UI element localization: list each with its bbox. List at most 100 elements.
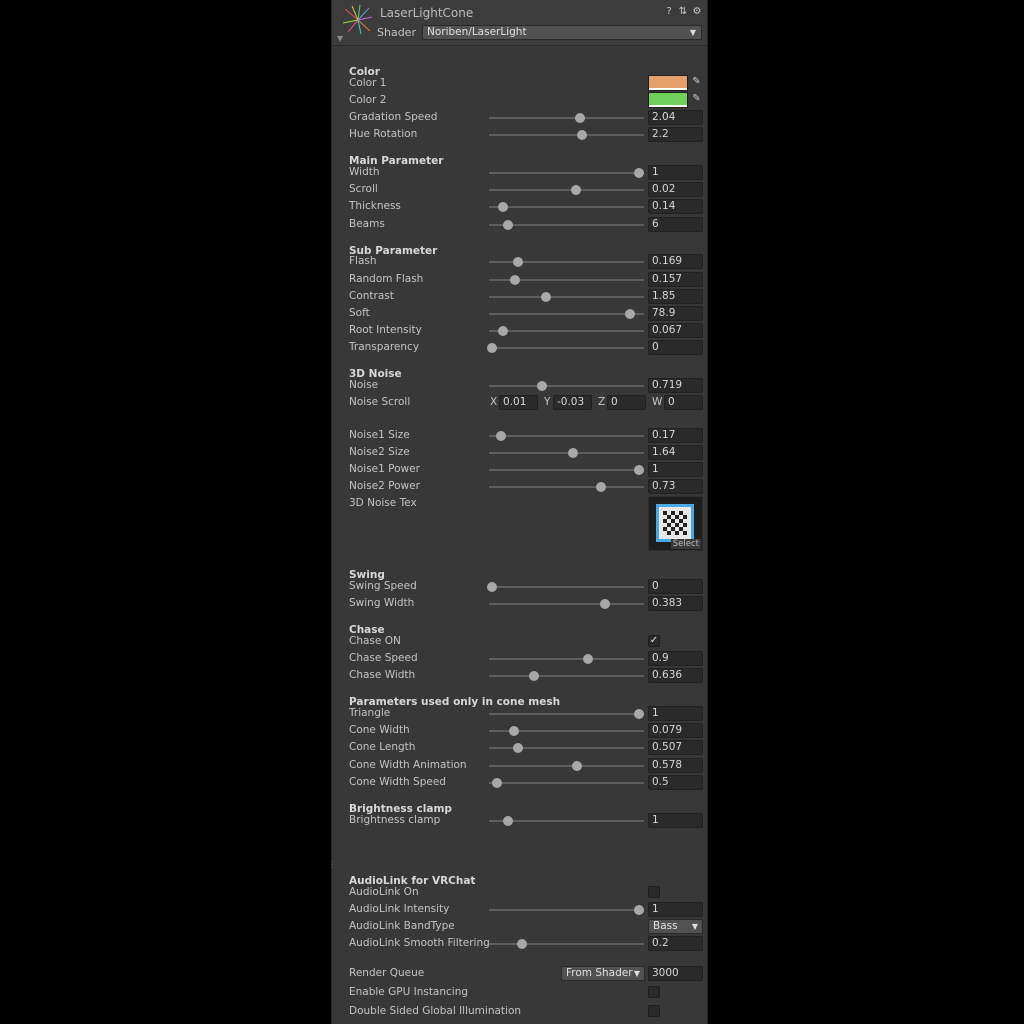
random-flash-value-field[interactable]: 0.157 <box>648 272 703 287</box>
transparency-value-field[interactable]: 0 <box>648 340 703 355</box>
chase-on-checkbox[interactable]: ✓ <box>648 635 660 647</box>
beams-slider-thumb[interactable] <box>502 220 513 230</box>
thickness-value-field[interactable]: 0.14 <box>648 199 703 214</box>
noise2-power-slider-track[interactable] <box>489 482 644 492</box>
scroll-slider-track[interactable] <box>489 185 644 195</box>
triangle-slider-thumb[interactable] <box>634 709 645 719</box>
cone-length-slider-thumb[interactable] <box>513 743 524 753</box>
help-icon[interactable]: ? <box>663 6 675 18</box>
noise-scroll-z-field[interactable]: 0 <box>607 395 646 410</box>
chase-speed-value-field[interactable]: 0.9 <box>648 651 703 666</box>
swing-speed-value-field[interactable]: 0 <box>648 579 703 594</box>
thickness-slider-thumb[interactable] <box>497 202 508 212</box>
noise1-power-slider-track[interactable] <box>489 465 645 475</box>
noise1-power-value-field[interactable]: 1 <box>648 462 703 477</box>
audiolink-intensity-slider-thumb[interactable] <box>634 905 645 915</box>
hue-rotation-slider-thumb[interactable] <box>577 130 587 140</box>
texture-select-button[interactable]: Select <box>670 539 701 549</box>
noise1-power-slider-thumb[interactable] <box>634 465 645 475</box>
brightness-clamp-value-field[interactable]: 1 <box>648 813 703 828</box>
noise2-power-slider-thumb[interactable] <box>595 482 606 492</box>
cone-width-animation-slider-thumb[interactable] <box>572 761 583 771</box>
brightness-clamp-slider-thumb[interactable] <box>502 816 513 826</box>
flash-value-field[interactable]: 0.169 <box>648 254 703 269</box>
noise1-size-slider-thumb[interactable] <box>496 431 507 441</box>
width-slider-thumb[interactable] <box>634 168 645 178</box>
gradation-speed-value-field[interactable]: 2.04 <box>648 110 703 125</box>
render-queue-mode-dropdown[interactable]: From Shader ▼ <box>561 966 645 981</box>
root-intensity-slider-track[interactable] <box>489 326 644 336</box>
swing-speed-slider-track[interactable] <box>487 582 644 592</box>
render-queue-field[interactable]: 3000 <box>648 966 703 981</box>
width-slider-track[interactable] <box>489 168 645 178</box>
eyedropper-icon[interactable]: ✎ <box>690 92 703 106</box>
flash-slider-thumb[interactable] <box>513 257 524 267</box>
cone-width-slider-thumb[interactable] <box>508 726 519 736</box>
triangle-slider-track[interactable] <box>489 709 645 719</box>
chase-width-value-field[interactable]: 0.636 <box>648 668 703 683</box>
chase-speed-slider-thumb[interactable] <box>583 654 594 664</box>
soft-value-field[interactable]: 78.9 <box>648 306 703 321</box>
noise2-size-slider-track[interactable] <box>489 448 644 458</box>
shader-dropdown[interactable]: Noriben/LaserLight ▼ <box>422 25 702 40</box>
beams-slider-track[interactable] <box>489 220 644 230</box>
contrast-slider-track[interactable] <box>489 292 644 302</box>
cone-width-value-field[interactable]: 0.079 <box>648 723 703 738</box>
double-sided-gi-checkbox[interactable] <box>648 1005 660 1017</box>
chase-width-slider-thumb[interactable] <box>528 671 539 681</box>
soft-slider-track[interactable] <box>489 309 644 319</box>
audiolink-smooth-value-field[interactable]: 0.2 <box>648 936 703 951</box>
soft-slider-thumb[interactable] <box>625 309 636 319</box>
flash-slider-track[interactable] <box>489 257 644 267</box>
hue-rotation-slider-track[interactable] <box>489 130 644 140</box>
thickness-slider-track[interactable] <box>489 202 644 212</box>
random-flash-slider-thumb[interactable] <box>510 275 521 285</box>
contrast-value-field[interactable]: 1.85 <box>648 289 703 304</box>
swing-width-value-field[interactable]: 0.383 <box>648 596 703 611</box>
noise-value-field[interactable]: 0.719 <box>648 378 703 393</box>
gpu-instancing-checkbox[interactable] <box>648 986 660 998</box>
audiolink-intensity-slider-track[interactable] <box>489 905 645 915</box>
swing-width-slider-thumb[interactable] <box>600 599 611 609</box>
brightness-clamp-slider-track[interactable] <box>489 816 644 826</box>
cone-width-speed-slider-track[interactable] <box>489 778 644 788</box>
noise2-power-value-field[interactable]: 0.73 <box>648 479 703 494</box>
cone-width-slider-track[interactable] <box>489 726 644 736</box>
noise-scroll-y-field[interactable]: -0.03 <box>553 395 592 410</box>
swing-width-slider-track[interactable] <box>489 599 644 609</box>
chase-speed-slider-track[interactable] <box>489 654 644 664</box>
noise1-size-slider-track[interactable] <box>489 431 644 441</box>
gradation-speed-slider-thumb[interactable] <box>575 113 586 123</box>
transparency-slider-thumb[interactable] <box>487 343 498 353</box>
chase-width-slider-track[interactable] <box>489 671 644 681</box>
beams-value-field[interactable]: 6 <box>648 217 703 232</box>
gear-icon[interactable]: ⚙ <box>691 6 703 18</box>
audiolink-bandtype-dropdown[interactable]: Bass ▼ <box>648 919 703 934</box>
noise2-size-slider-thumb[interactable] <box>567 448 578 458</box>
color2-swatch[interactable] <box>648 92 688 108</box>
audiolink-smooth-slider-track[interactable] <box>489 939 644 949</box>
noise-slider-thumb[interactable] <box>536 381 547 391</box>
root-intensity-slider-thumb[interactable] <box>497 326 508 336</box>
triangle-value-field[interactable]: 1 <box>648 706 703 721</box>
cone-width-animation-slider-track[interactable] <box>489 761 644 771</box>
noise-texture-slot[interactable]: Select <box>648 496 703 551</box>
gradation-speed-slider-track[interactable] <box>489 113 644 123</box>
foldout-triangle-icon[interactable]: ▼ <box>337 34 343 43</box>
audiolink-on-checkbox[interactable] <box>648 886 660 898</box>
eyedropper-icon[interactable]: ✎ <box>690 75 703 89</box>
cone-width-animation-value-field[interactable]: 0.578 <box>648 758 703 773</box>
scroll-slider-thumb[interactable] <box>570 185 581 195</box>
noise-slider-track[interactable] <box>489 381 644 391</box>
contrast-slider-thumb[interactable] <box>541 292 552 302</box>
root-intensity-value-field[interactable]: 0.067 <box>648 323 703 338</box>
noise-scroll-x-field[interactable]: 0.01 <box>499 395 538 410</box>
random-flash-slider-track[interactable] <box>489 275 644 285</box>
color1-swatch[interactable] <box>648 75 688 91</box>
panel-resize-handle[interactable]: ⋮ <box>328 860 336 869</box>
noise2-size-value-field[interactable]: 1.64 <box>648 445 703 460</box>
audiolink-intensity-value-field[interactable]: 1 <box>648 902 703 917</box>
hue-rotation-value-field[interactable]: 2.2 <box>648 127 703 142</box>
cone-width-speed-value-field[interactable]: 0.5 <box>648 775 703 790</box>
scroll-value-field[interactable]: 0.02 <box>648 182 703 197</box>
